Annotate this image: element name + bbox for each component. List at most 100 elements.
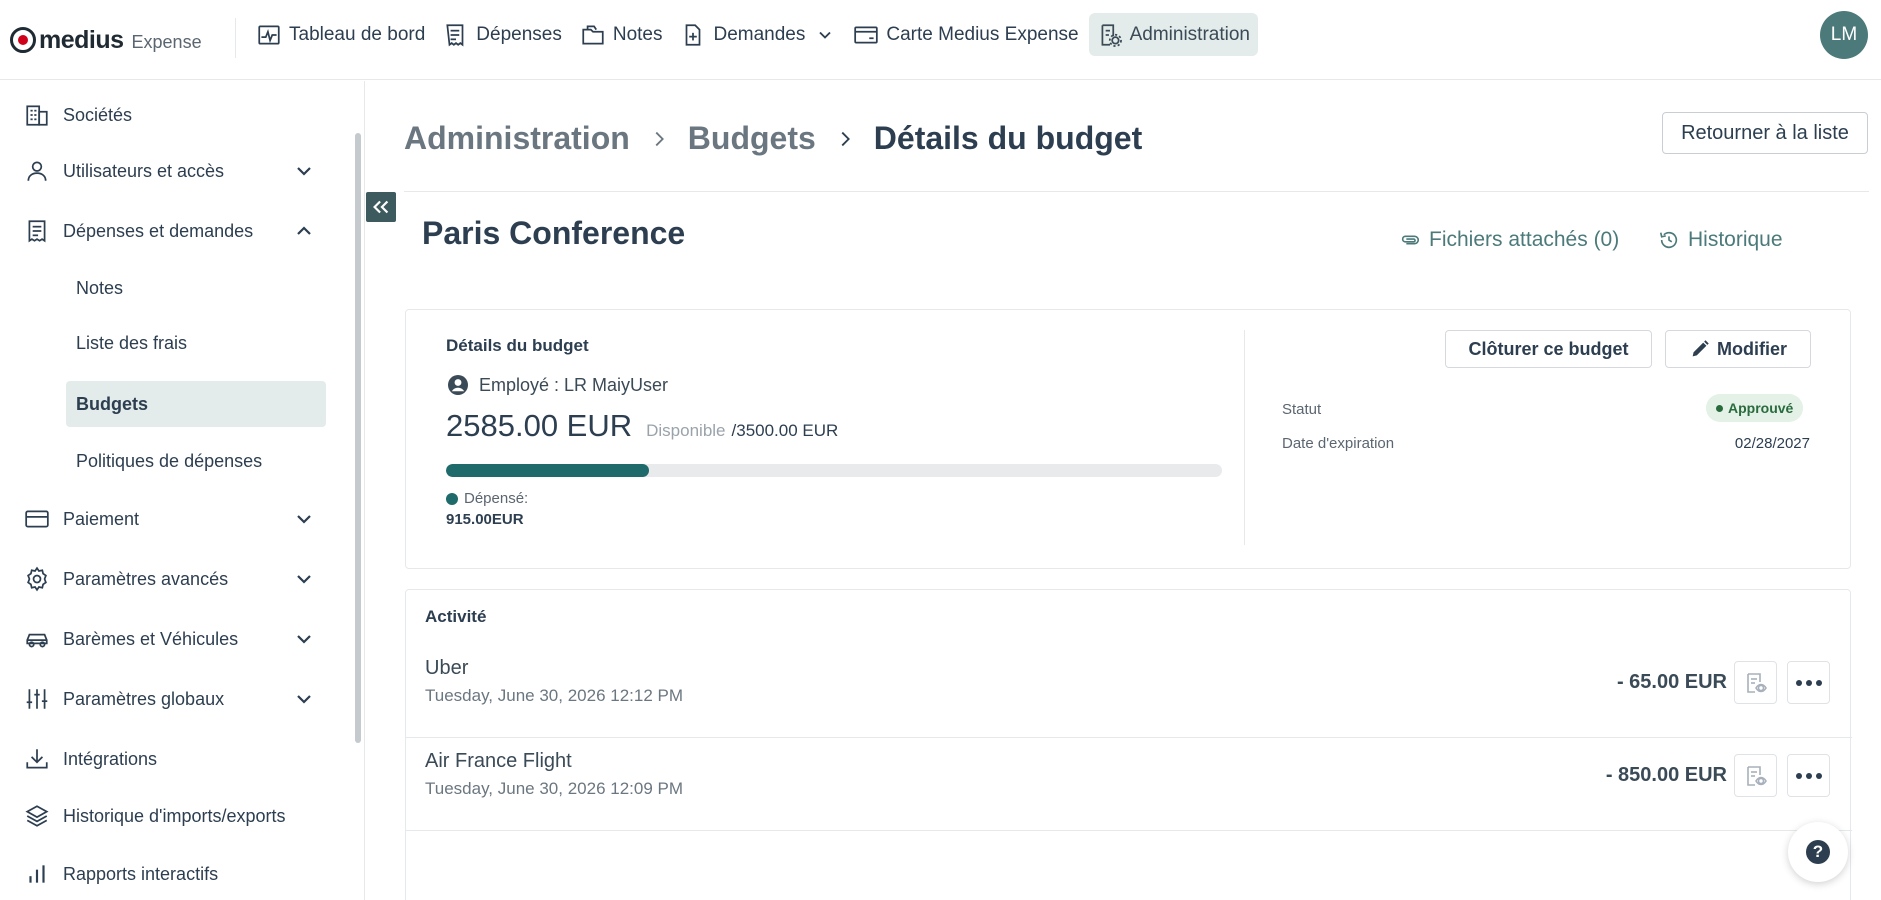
folder-icon (582, 24, 604, 45)
status-dot (1716, 404, 1723, 412)
sidebar-item-depenses-demandes[interactable]: Dépenses et demandes (24, 209, 324, 253)
view-receipt-button[interactable] (1734, 661, 1777, 704)
view-receipt-button[interactable] (1734, 754, 1777, 797)
chevron-right-icon (655, 131, 664, 146)
close-budget-button[interactable]: Clôturer ce budget (1445, 330, 1652, 368)
nav-carte-medius[interactable]: Carte Medius Expense (845, 13, 1086, 56)
logo-text: medius (39, 25, 124, 54)
sidebar-item-label: Intégrations (63, 748, 158, 769)
activity-name: Air France Flight (425, 750, 572, 772)
breadcrumb-budgets[interactable]: Budgets (688, 120, 816, 157)
sidebar-subitem-label: Politiques de dépenses (76, 450, 263, 471)
sidebar-item-utilisateurs[interactable]: Utilisateurs et accès (24, 149, 324, 193)
nav-label: Notes (612, 23, 663, 45)
nav-label: Dépenses (476, 23, 562, 45)
edit-button[interactable]: Modifier (1665, 330, 1811, 368)
logo-subtitle: Expense (131, 31, 202, 52)
document-plus-icon (686, 23, 701, 46)
nav-label: Carte Medius Expense (886, 23, 1079, 45)
sidebar-subitem-label: Liste des frais (76, 332, 188, 353)
expiry-label: Date d'expiration (1282, 435, 1395, 452)
edit-label: Modifier (1717, 338, 1787, 359)
medius-logo-icon (10, 27, 36, 53)
sidebar-item-parametres-avances[interactable]: Paramètres avancés (24, 557, 324, 601)
chevron-down-icon (297, 635, 311, 644)
layers-icon (25, 805, 49, 827)
nav-label: Administration (1129, 23, 1250, 45)
sidebar-item-label: Paramètres globaux (63, 688, 225, 709)
activity-row[interactable]: Uber Tuesday, June 30, 2026 12:12 PM - 6… (406, 645, 1852, 738)
total-amount: /3500.00 EUR (731, 421, 839, 440)
activity-amount: - 65.00 EUR (1616, 671, 1727, 693)
sidebar-item-label: Sociétés (63, 104, 133, 125)
sidebar-item-baremes-vehicules[interactable]: Barèmes et Véhicules (24, 617, 324, 661)
card-divider (1244, 330, 1245, 545)
collapse-sidebar-button[interactable] (366, 192, 396, 222)
activity-row[interactable]: Air France Flight Tuesday, June 30, 2026… (406, 738, 1852, 831)
paperclip-icon (1401, 235, 1420, 245)
available-amount: 2585.00 EUR (446, 408, 633, 443)
card-icon (854, 26, 879, 43)
status-badge: Approuvé (1706, 394, 1804, 422)
more-horizontal-icon (1795, 679, 1822, 686)
expiry-value: 02/28/2027 (1734, 435, 1810, 452)
help-button[interactable]: ? (1788, 822, 1848, 882)
spent-label: Dépensé: (464, 490, 529, 507)
nav-administration[interactable]: Administration (1088, 13, 1258, 56)
sidebar-subitem-budgets[interactable]: Budgets (66, 381, 326, 427)
nav-demandes[interactable]: Demandes (672, 13, 843, 56)
sidebar-item-label: Rapports interactifs (63, 863, 219, 884)
building-icon (26, 105, 48, 126)
employee-info: Employé : LR MaiyUser (446, 373, 668, 397)
history-label: Historique (1688, 228, 1783, 251)
breadcrumb-administration[interactable]: Administration (404, 120, 630, 157)
chevron-down-icon (297, 695, 311, 704)
sidebar-item-societes[interactable]: Sociétés (24, 93, 324, 137)
budget-title: Paris Conference (422, 215, 686, 251)
nav-notes[interactable]: Notes (572, 13, 671, 56)
sidebar-item-rapports[interactable]: Rapports interactifs (24, 852, 324, 896)
breadcrumb: Administration Budgets Détails du budget (404, 120, 1142, 157)
nav-depenses[interactable]: Dépenses (435, 13, 570, 56)
more-options-button[interactable] (1787, 754, 1830, 797)
employee-label: Employé : LR MaiyUser (479, 374, 669, 395)
spent-legend: Dépensé: (446, 490, 528, 507)
nav-label: Demandes (713, 23, 806, 45)
sidebar-subitem-notes[interactable]: Notes (66, 265, 326, 311)
chevron-right-icon (841, 131, 850, 146)
budget-progress-bar (446, 464, 1222, 477)
user-avatar[interactable]: LM (1820, 11, 1868, 59)
nav-label: Tableau de bord (289, 23, 426, 45)
available-label: Disponible (646, 421, 726, 440)
activity-panel: Activité Uber Tuesday, June 30, 2026 12:… (405, 589, 1852, 900)
question-mark-icon: ? (1806, 840, 1830, 864)
history-link[interactable]: Historique (1658, 228, 1783, 252)
sidebar-item-label: Dépenses et demandes (63, 220, 254, 241)
history-icon (1659, 231, 1678, 249)
sidebar-item-integrations[interactable]: Intégrations (24, 737, 324, 781)
sidebar-item-historique-imports[interactable]: Historique d'imports/exports (24, 794, 324, 838)
attachments-link[interactable]: Fichiers attachés (0) (1399, 228, 1619, 252)
sidebar-subitem-politiques[interactable]: Politiques de dépenses (66, 438, 326, 484)
sidebar-item-label: Paramètres avancés (63, 568, 229, 589)
car-icon (26, 633, 48, 648)
dashboard-icon (258, 24, 280, 45)
chevron-down-icon (819, 31, 832, 39)
sidebar-scrollbar[interactable] (355, 133, 361, 743)
chevron-up-icon (297, 226, 311, 235)
card-title: Détails du budget (446, 336, 589, 355)
sidebar-item-label: Paiement (63, 508, 140, 529)
logo-divider (235, 18, 236, 58)
return-to-list-button[interactable]: Retourner à la liste (1662, 112, 1868, 154)
nav-tableau-de-bord[interactable]: Tableau de bord (248, 13, 433, 56)
receipt-icon (446, 23, 464, 46)
bar-chart-icon (29, 865, 45, 883)
medius-logo[interactable]: medius Expense (10, 24, 202, 56)
sidebar-item-paiement[interactable]: Paiement (24, 497, 324, 541)
receipt-view-icon (1746, 765, 1767, 786)
more-options-button[interactable] (1787, 661, 1830, 704)
sidebar-item-parametres-globaux[interactable]: Paramètres globaux (24, 677, 324, 721)
header-divider (404, 191, 1869, 192)
chevron-down-icon (297, 575, 311, 584)
sidebar-subitem-liste-des-frais[interactable]: Liste des frais (66, 320, 326, 366)
